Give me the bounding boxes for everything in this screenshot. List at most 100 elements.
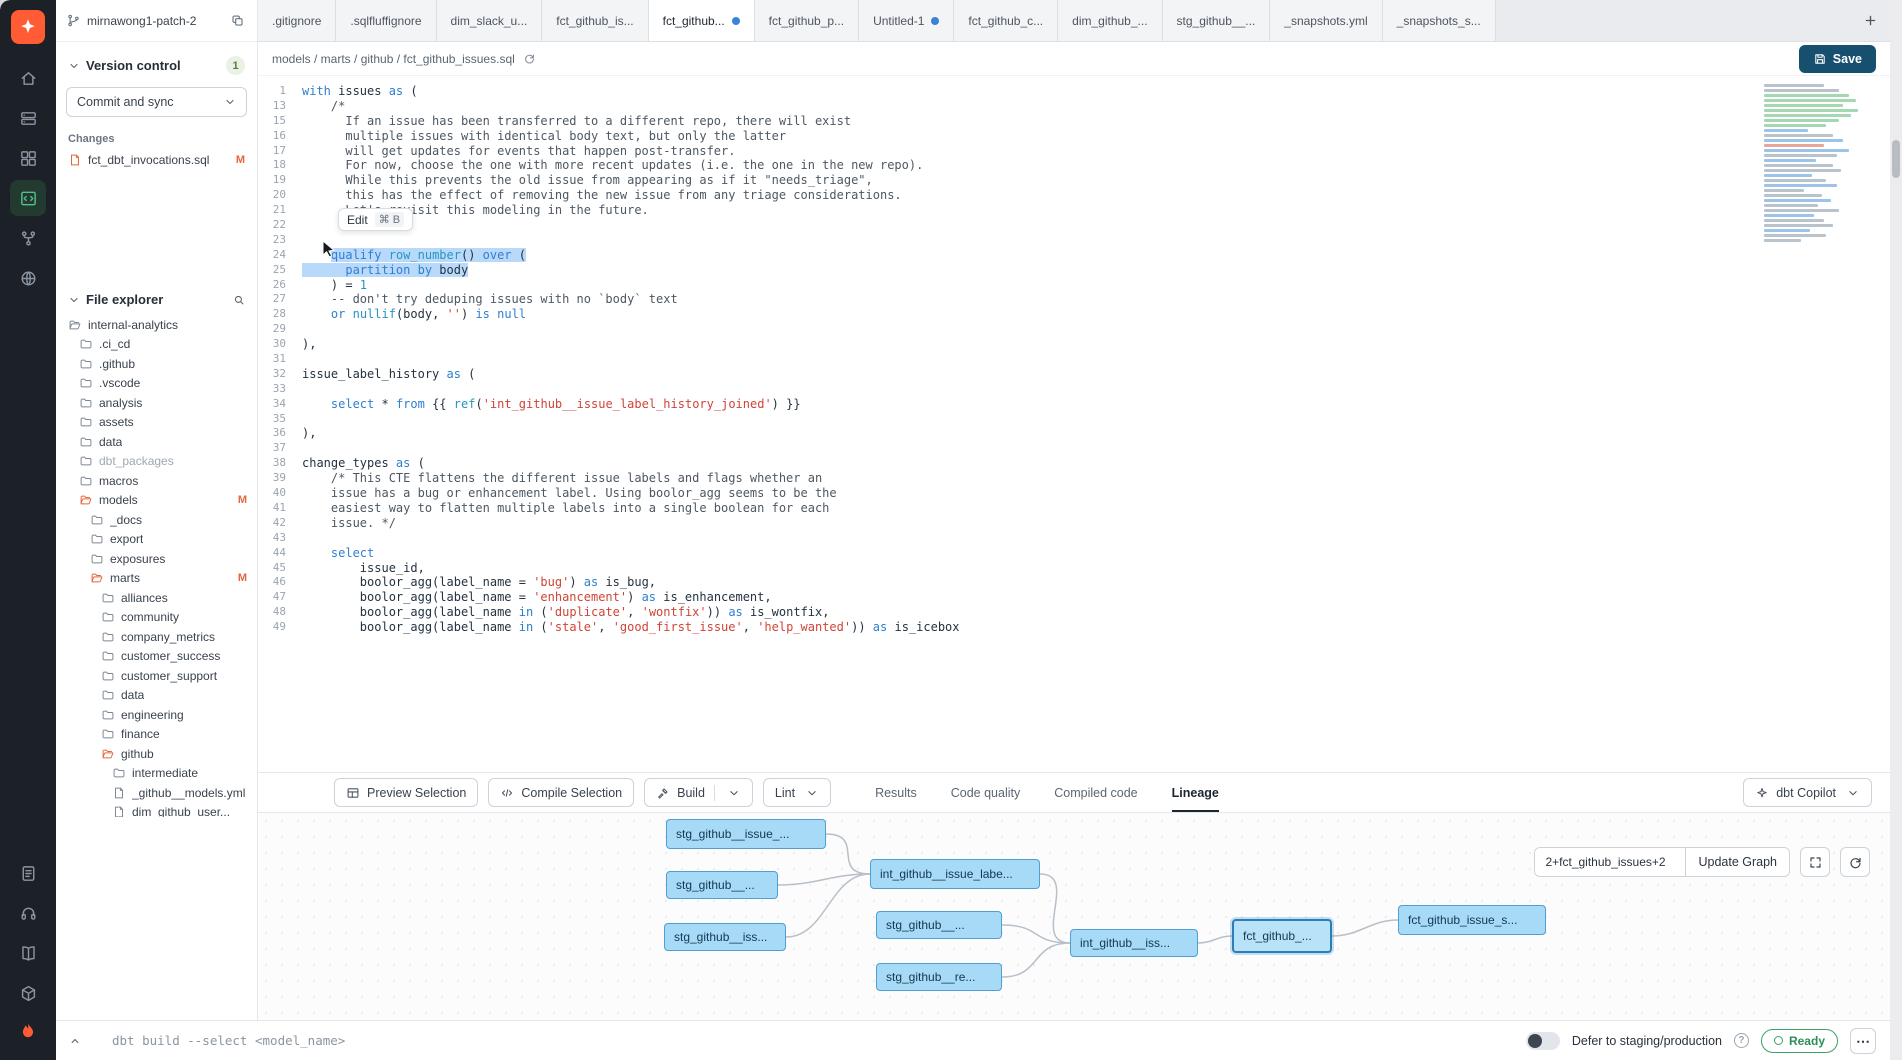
support-headset-icon[interactable] xyxy=(10,895,46,931)
minimap[interactable] xyxy=(1764,84,1868,244)
code-line[interactable]: 1with issues as ( xyxy=(258,84,1890,99)
code-line[interactable]: 29 xyxy=(258,322,1890,337)
code-line[interactable]: 39 /* This CTE flattens the different is… xyxy=(258,471,1890,486)
file-tab[interactable]: .sqlfluffignore xyxy=(336,0,436,41)
copy-branch-button[interactable] xyxy=(228,11,247,30)
storage-icon[interactable] xyxy=(10,100,46,136)
tree-item[interactable]: .vscode xyxy=(66,374,247,394)
tree-item[interactable]: martsM xyxy=(66,569,247,589)
compile-selection-button[interactable]: Compile Selection xyxy=(488,778,634,807)
tree-item[interactable]: engineering xyxy=(66,705,247,725)
expand-command-bar-icon[interactable] xyxy=(64,1030,86,1052)
tree-item[interactable]: data xyxy=(66,686,247,706)
lineage-node[interactable]: stg_github__iss... xyxy=(664,923,786,951)
scrollbar-thumb[interactable] xyxy=(1892,140,1900,178)
panel-tab-compiled-code[interactable]: Compiled code xyxy=(1054,773,1137,812)
tree-item[interactable]: customer_success xyxy=(66,647,247,667)
file-explorer-header[interactable]: File explorer xyxy=(66,288,247,311)
code-line[interactable]: 37 xyxy=(258,441,1890,456)
flame-logo[interactable] xyxy=(17,1021,39,1048)
help-icon[interactable]: ? xyxy=(1734,1033,1749,1048)
panel-tab-code-quality[interactable]: Code quality xyxy=(951,773,1021,812)
code-line[interactable]: 48 boolor_agg(label_name in ('duplicate'… xyxy=(258,605,1890,620)
git-branch-row[interactable]: mirnawong1-patch-2 xyxy=(56,0,257,42)
file-tab[interactable]: _snapshots.yml xyxy=(1270,0,1382,41)
globe-icon[interactable] xyxy=(10,260,46,296)
lineage-node[interactable]: fct_github_... xyxy=(1232,919,1332,953)
tree-item[interactable]: analysis xyxy=(66,393,247,413)
code-line[interactable]: 17 will get updates for events that happ… xyxy=(258,144,1890,159)
file-tab[interactable]: fct_github_is... xyxy=(542,0,648,41)
lineage-node[interactable]: stg_github__... xyxy=(876,911,1002,939)
window-scrollbar[interactable] xyxy=(1890,0,1902,1060)
tree-item[interactable]: customer_support xyxy=(66,666,247,686)
tree-item[interactable]: finance xyxy=(66,725,247,745)
code-line[interactable]: 43 xyxy=(258,531,1890,546)
tree-item[interactable]: dim_github_user... xyxy=(66,803,247,818)
tree-item[interactable]: _docs xyxy=(66,510,247,530)
refresh-graph-button[interactable] xyxy=(1840,847,1870,877)
code-line[interactable]: 44 select xyxy=(258,546,1890,561)
file-tab[interactable]: .gitignore xyxy=(258,0,336,41)
tree-item[interactable]: dbt_packages xyxy=(66,452,247,472)
lint-button[interactable]: Lint xyxy=(763,778,831,807)
code-editor[interactable]: 1with issues as (13 /*15 If an issue has… xyxy=(258,76,1890,772)
git-fork-icon[interactable] xyxy=(10,220,46,256)
code-line[interactable]: 40 issue has a bug or enhancement label.… xyxy=(258,486,1890,501)
file-actions-icon[interactable] xyxy=(523,52,536,65)
code-line[interactable]: 45 issue_id, xyxy=(258,561,1890,576)
code-line[interactable]: 20 this has the effect of removing the n… xyxy=(258,188,1890,203)
file-tab[interactable]: dim_slack_u... xyxy=(437,0,543,41)
code-line[interactable]: 19 While this prevents the old issue fro… xyxy=(258,173,1890,188)
tree-item[interactable]: _github__models.yml xyxy=(66,783,247,803)
defer-toggle[interactable] xyxy=(1526,1032,1560,1050)
search-icon[interactable] xyxy=(233,294,245,306)
file-tab[interactable]: Untitled-1 xyxy=(859,0,954,41)
code-line[interactable]: 30), xyxy=(258,337,1890,352)
lineage-node[interactable]: stg_github__... xyxy=(666,871,778,899)
code-line[interactable]: 22 xyxy=(258,218,1890,233)
build-button[interactable]: Build xyxy=(644,778,753,807)
code-line[interactable]: 18 For now, choose the one with more rec… xyxy=(258,158,1890,173)
file-tab[interactable]: stg_github__... xyxy=(1163,0,1271,41)
code-line[interactable]: 27 -- don't try deduping issues with no … xyxy=(258,292,1890,307)
dbt-command-input[interactable]: dbt build --select <model_name> xyxy=(112,1033,345,1048)
tree-item[interactable]: modelsM xyxy=(66,491,247,511)
tree-item[interactable]: company_metrics xyxy=(66,627,247,647)
tree-item[interactable]: github xyxy=(66,744,247,764)
new-tab-button[interactable] xyxy=(1850,0,1890,41)
code-line[interactable]: 25 partition by body xyxy=(258,263,1890,278)
fullscreen-button[interactable] xyxy=(1800,847,1830,877)
status-ready-badge[interactable]: Ready xyxy=(1761,1029,1838,1053)
code-line[interactable]: 35 xyxy=(258,412,1890,427)
code-line[interactable]: 24 qualify row_number() over ( xyxy=(258,248,1890,263)
code-line[interactable]: 36), xyxy=(258,426,1890,441)
lineage-node[interactable]: stg_github__re... xyxy=(876,963,1002,991)
code-line[interactable]: 26 ) = 1 xyxy=(258,278,1890,293)
lineage-node[interactable]: int_github__issue_labe... xyxy=(870,859,1040,889)
code-line[interactable]: 31 xyxy=(258,352,1890,367)
panel-tab-lineage[interactable]: Lineage xyxy=(1172,773,1219,812)
inline-edit-hint[interactable]: Edit ⌘ B xyxy=(338,208,413,231)
code-line[interactable]: 33 xyxy=(258,382,1890,397)
changed-file-item[interactable]: fct_dbt_invocations.sqlM xyxy=(66,151,247,169)
apps-grid-icon[interactable] xyxy=(10,140,46,176)
tree-item[interactable]: intermediate xyxy=(66,764,247,784)
file-tab[interactable]: dim_github_... xyxy=(1058,0,1162,41)
code-line[interactable]: 32issue_label_history as ( xyxy=(258,367,1890,382)
code-line[interactable]: 16 multiple issues with identical body t… xyxy=(258,129,1890,144)
tree-item[interactable]: macros xyxy=(66,471,247,491)
code-line[interactable]: 23 xyxy=(258,233,1890,248)
commit-and-sync-button[interactable]: Commit and sync xyxy=(66,87,247,117)
tree-item[interactable]: data xyxy=(66,432,247,452)
docs-book-icon[interactable] xyxy=(10,935,46,971)
file-tab[interactable]: fct_github_c... xyxy=(954,0,1058,41)
tree-item[interactable]: .ci_cd xyxy=(66,335,247,355)
code-line[interactable]: 42 issue. */ xyxy=(258,516,1890,531)
code-line[interactable]: 47 boolor_agg(label_name = 'enhancement'… xyxy=(258,590,1890,605)
file-tab[interactable]: fct_github... xyxy=(649,0,755,41)
tree-item[interactable]: .github xyxy=(66,354,247,374)
code-line[interactable]: 13 /* xyxy=(258,99,1890,114)
develop-ide-icon[interactable] xyxy=(10,180,46,216)
lineage-node[interactable]: stg_github__issue_... xyxy=(666,819,826,849)
